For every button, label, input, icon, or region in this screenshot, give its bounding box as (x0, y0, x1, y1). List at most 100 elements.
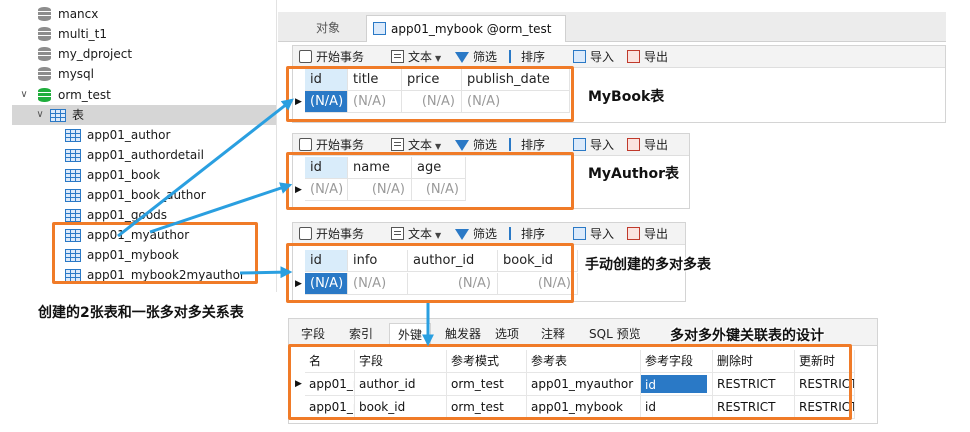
import-icon (573, 227, 586, 240)
chevron-down-icon[interactable]: ∨ (34, 105, 46, 125)
export-icon (627, 138, 640, 151)
tree-item-label: multi_t1 (58, 27, 108, 41)
tree-item-label: mancx (58, 7, 99, 21)
annotation-box-foreign-keys (288, 344, 852, 420)
tree-item-multi-t1[interactable]: multi_t1 (12, 24, 276, 44)
tree-item-app01-author[interactable]: app01_author (12, 125, 276, 145)
tree-item-label: app01_book_author (87, 188, 206, 202)
database-icon (38, 47, 51, 61)
button-label: 排序 (521, 227, 546, 241)
tab-options[interactable]: 选项 (487, 323, 527, 345)
tab-objects[interactable]: 对象 (316, 15, 340, 42)
import-button[interactable]: 导入 (573, 136, 614, 154)
button-label: 开始事务 (316, 227, 365, 241)
tree-item-label: app01_book (87, 168, 161, 182)
tree-item-mancx[interactable]: mancx (12, 4, 276, 24)
chevron-down-icon[interactable]: ∨ (18, 85, 30, 105)
import-icon (573, 138, 586, 151)
database-icon (38, 67, 51, 81)
sort-button[interactable]: 排序 (509, 48, 545, 66)
export-button[interactable]: 导出 (627, 48, 668, 66)
tab-triggers[interactable]: 触发器 (437, 323, 489, 345)
data-toolbar: 开始事务 文本 ▼ 筛选 排序 导入 导出 (293, 223, 685, 245)
filter-icon (455, 52, 469, 63)
filter-button[interactable]: 筛选 (455, 48, 497, 66)
data-toolbar: 开始事务 文本 ▼ 筛选 排序 导入 导出 (293, 46, 945, 68)
database-icon (38, 88, 51, 102)
tree-item-app01-book-author[interactable]: app01_book_author (12, 185, 276, 205)
chevron-down-icon: ▼ (435, 142, 442, 151)
export-button[interactable]: 导出 (627, 225, 668, 243)
database-icon (38, 7, 51, 21)
transaction-icon (299, 50, 312, 63)
filter-button[interactable]: 筛选 (455, 225, 497, 243)
annotation-box-m2m (286, 243, 574, 303)
button-label: 筛选 (473, 138, 498, 152)
button-label: 文本 (408, 227, 433, 241)
button-label: 排序 (521, 50, 546, 64)
note-fk-design: 多对多外键关联表的设计 (670, 328, 824, 344)
transaction-icon (299, 138, 312, 151)
button-label: 文本 (408, 50, 433, 64)
tree-item-label: orm_test (58, 88, 111, 102)
note-mybook: MyBook表 (588, 89, 665, 105)
tree-item-app01-authordetail[interactable]: app01_authordetail (12, 145, 276, 165)
annotation-box-mybook (286, 66, 574, 122)
table-icon (373, 22, 386, 35)
filter-icon (455, 140, 469, 151)
tab-indexes[interactable]: 索引 (341, 323, 381, 345)
tab-comments[interactable]: 注释 (533, 323, 573, 345)
table-folder-icon (50, 109, 66, 122)
button-label: 导入 (590, 138, 615, 152)
tree-item-orm-test[interactable]: ∨ orm_test (12, 85, 276, 105)
button-label: 开始事务 (316, 50, 365, 64)
table-icon (65, 169, 81, 182)
tab-fields[interactable]: 字段 (293, 323, 333, 345)
filter-icon (455, 229, 469, 240)
button-label: 筛选 (473, 227, 498, 241)
tab-sql-preview[interactable]: SQL 预览 (581, 323, 649, 345)
tab-foreign-keys[interactable]: 外键 (389, 323, 432, 345)
tree-item-label: mysql (58, 67, 94, 81)
tab-app01-mybook[interactable]: app01_mybook @orm_test ... (366, 15, 566, 62)
text-button[interactable]: 文本 ▼ (391, 225, 441, 243)
sort-icon (509, 50, 517, 63)
text-icon (391, 50, 404, 63)
note-m2m: 手动创建的多对多表 (585, 257, 711, 273)
button-label: 导出 (644, 227, 669, 241)
table-icon (65, 149, 81, 162)
table-icon (65, 209, 81, 222)
import-button[interactable]: 导入 (573, 48, 614, 66)
begin-transaction-button[interactable]: 开始事务 (299, 225, 364, 243)
tree-item-mysql[interactable]: mysql (12, 64, 276, 84)
database-icon (38, 27, 51, 41)
import-button[interactable]: 导入 (573, 225, 614, 243)
button-label: 导入 (590, 50, 615, 64)
button-label: 文本 (408, 138, 433, 152)
button-label: 导出 (644, 138, 669, 152)
tree-item-label: app01_author (87, 128, 171, 142)
note-created-tables: 创建的2张表和一张多对多关系表 (38, 305, 244, 321)
export-icon (627, 227, 640, 240)
begin-transaction-button[interactable]: 开始事务 (299, 48, 364, 66)
text-icon (391, 138, 404, 151)
annotation-box-myauthor (286, 152, 574, 210)
chevron-down-icon: ▼ (435, 231, 442, 240)
sort-button[interactable]: 排序 (509, 225, 545, 243)
transaction-icon (299, 227, 312, 240)
import-icon (573, 50, 586, 63)
sort-icon (509, 138, 517, 151)
button-label: 导出 (644, 50, 669, 64)
editor-tab-bar: 对象 app01_mybook @orm_test ... (278, 12, 946, 62)
note-myauthor: MyAuthor表 (588, 166, 680, 182)
export-button[interactable]: 导出 (627, 136, 668, 154)
button-label: 开始事务 (316, 138, 365, 152)
text-icon (391, 227, 404, 240)
tree-item-label: my_dproject (58, 47, 133, 61)
tree-item-my-dproject[interactable]: my_dproject (12, 44, 276, 64)
tree-item-label: 表 (72, 108, 85, 122)
table-icon (65, 129, 81, 142)
text-button[interactable]: 文本 ▼ (391, 48, 441, 66)
tree-item-app01-book[interactable]: app01_book (12, 165, 276, 185)
tree-item-tables-folder[interactable]: ∨ 表 (12, 105, 276, 125)
